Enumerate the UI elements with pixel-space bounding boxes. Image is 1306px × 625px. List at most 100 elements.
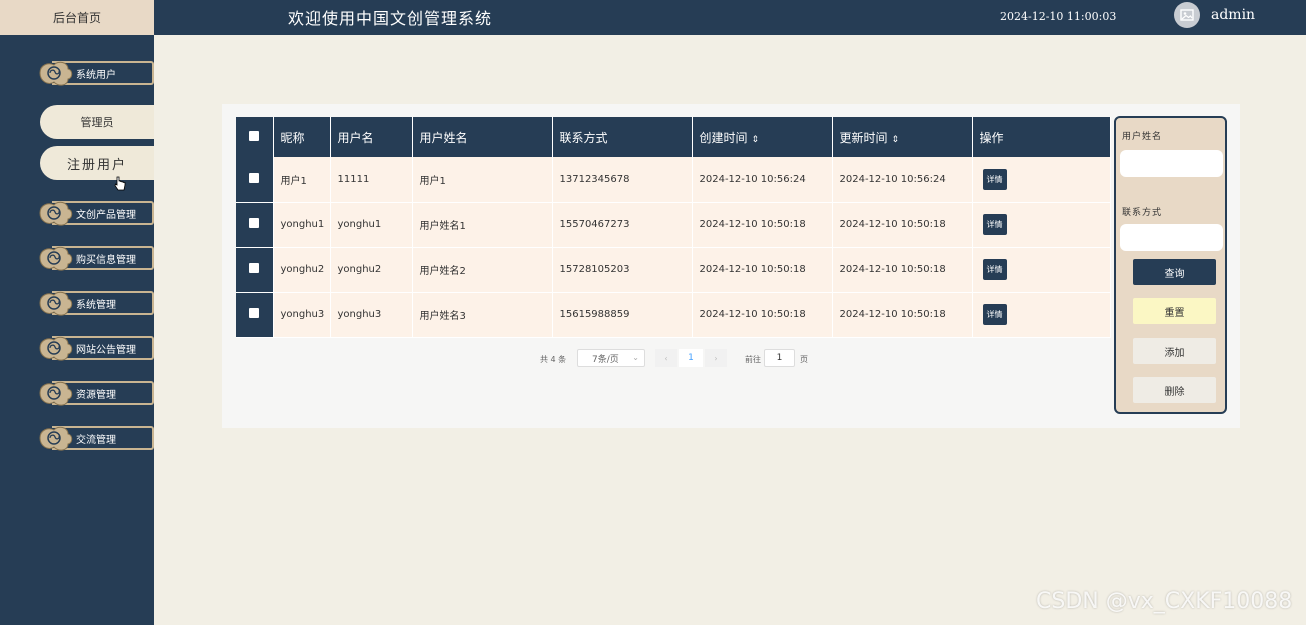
cell-realname: 用户1 [412,157,553,203]
table-row: yonghu1 yonghu1 用户姓名1 15570467273 2024-12-10… [236,202,1111,248]
detail-button[interactable]: 详情 [982,304,1007,325]
cell-created: 2024-12-10 10:56:24 [692,157,833,203]
row-checkbox-cell[interactable] [236,247,274,293]
realname-label: 用户姓名 [1122,132,1163,142]
goto-page-input[interactable]: 1 [764,349,795,367]
cloud-ornament-icon [39,381,73,406]
sidebar-item-label: 交流管理 [76,435,116,446]
detail-button[interactable]: 详情 [982,168,1007,190]
select-all-checkbox-cell[interactable] [236,117,274,157]
page-size-select[interactable]: 7条/页 ⌄ [577,349,645,367]
goto-label: 前往 [745,355,761,364]
table-row: yonghu3 yonghu3 用户姓名3 15615988859 2024-12-10… [236,292,1111,338]
cloud-ornament-icon [39,336,73,361]
sidebar-item-label: 资源管理 [76,390,116,401]
watermark: CSDN @vx_CXKF10088 [1036,589,1293,614]
sidebar-item-site-announcements[interactable]: 网站公告管理 [36,332,154,364]
select-all-checkbox[interactable] [249,131,260,141]
cell-username: 11111 [330,157,413,203]
sort-icon[interactable]: ⇕ [752,135,760,145]
col-phone: 联系方式 [552,117,693,157]
sort-icon[interactable]: ⇕ [892,135,900,145]
prev-page-button[interactable]: ‹ [655,349,677,367]
sidebar-item-communication[interactable]: 交流管理 [36,422,154,454]
col-username: 用户名 [330,117,413,157]
sidebar-item-label: 购买信息管理 [76,255,136,266]
cell-updated: 2024-12-10 10:50:18 [832,247,973,293]
page-number-current[interactable]: 1 [679,349,703,367]
cell-created: 2024-12-10 10:50:18 [692,202,833,248]
cell-nickname: yonghu2 [273,247,331,293]
col-nickname: 昵称 [273,117,331,157]
cloud-ornament-icon [39,426,73,451]
col-updated[interactable]: 更新时间 ⇕ [832,117,973,157]
row-checkbox-cell[interactable] [236,157,274,203]
cell-realname: 用户姓名2 [412,247,553,293]
cell-updated: 2024-12-10 10:50:18 [832,202,973,248]
cell-username: yonghu1 [330,202,413,248]
row-checkbox[interactable] [249,218,260,228]
cloud-ornament-icon [39,291,73,316]
cell-created: 2024-12-10 10:50:18 [692,292,833,338]
table-row: yonghu2 yonghu2 用户姓名2 15728105203 2024-12-10… [236,247,1111,293]
current-datetime: 2024-12-10 11:00:03 [1000,10,1117,23]
cell-actions: 详情 [972,247,1111,293]
sidebar-subitem-admin[interactable]: 管理员 [40,105,154,139]
row-checkbox-cell[interactable] [236,202,274,248]
delete-button[interactable]: 删除 [1133,377,1216,403]
hand-cursor-icon [114,176,126,191]
detail-button[interactable]: 详情 [982,259,1007,280]
top-bar: 后台首页 欢迎使用中国文创管理系统 2024-12-10 11:00:03 ad… [0,0,1306,35]
sidebar-item-resources[interactable]: 资源管理 [36,377,154,409]
reset-button[interactable]: 重置 [1133,298,1216,324]
col-actions: 操作 [972,117,1111,157]
pagination-total: 共 4 条 [540,355,567,364]
row-checkbox[interactable] [249,263,260,273]
cloud-ornament-icon [39,61,73,86]
realname-search-input[interactable] [1120,150,1223,177]
sidebar-item-label: 网站公告管理 [76,345,136,356]
col-created[interactable]: 创建时间 ⇕ [692,117,833,157]
sidebar-subitem-registered-users[interactable]: 注册用户 [40,146,154,180]
cell-nickname: yonghu3 [273,292,331,338]
cell-actions: 详情 [972,292,1111,338]
row-checkbox[interactable] [249,172,260,183]
cell-updated: 2024-12-10 10:50:18 [832,292,973,338]
cell-phone: 15728105203 [552,247,693,293]
cell-nickname: 用户1 [273,157,331,203]
phone-label: 联系方式 [1122,208,1163,218]
table-header-row: 昵称 用户名 用户姓名 联系方式 创建时间 ⇕ 更新时间 ⇕ 操作 [236,117,1111,157]
page-size-value: 7条/页 [592,354,619,365]
detail-button[interactable]: 详情 [982,214,1007,235]
cell-realname: 用户姓名1 [412,202,553,248]
page-suffix-label: 页 [800,355,808,364]
sidebar-item-label: 系统管理 [76,300,116,311]
chevron-down-icon: ⌄ [632,353,639,362]
home-tab[interactable]: 后台首页 [0,0,154,35]
cell-phone: 15570467273 [552,202,693,248]
search-panel: 用户姓名 联系方式 查询 重置 添加 删除 [1114,116,1227,414]
next-page-button[interactable]: › [705,349,727,367]
cell-actions: 详情 [972,157,1111,203]
cell-phone: 15615988859 [552,292,693,338]
cell-actions: 详情 [972,202,1111,248]
sidebar-item-system-users[interactable]: 系统用户 [36,57,154,89]
cell-nickname: yonghu1 [273,202,331,248]
table-row: 用户1 11111 用户1 13712345678 2024-12-10 10:56:2… [236,157,1111,203]
row-checkbox-cell[interactable] [236,292,274,338]
row-checkbox[interactable] [249,308,260,318]
phone-search-input[interactable] [1120,224,1223,251]
cloud-ornament-icon [39,201,73,226]
sidebar-item-label: 文创产品管理 [76,210,136,221]
col-realname: 用户姓名 [412,117,553,157]
sidebar-item-cultural-products[interactable]: 文创产品管理 [36,197,154,229]
username[interactable]: admin [1211,7,1255,23]
avatar[interactable] [1174,2,1200,28]
query-button[interactable]: 查询 [1133,259,1216,285]
sidebar-item-system-management[interactable]: 系统管理 [36,287,154,319]
image-placeholder-icon [1180,9,1194,21]
add-button[interactable]: 添加 [1133,338,1216,364]
users-table: 昵称 用户名 用户姓名 联系方式 创建时间 ⇕ 更新时间 ⇕ 操作 用户1 11111… [236,117,1111,338]
cloud-ornament-icon [39,246,73,271]
sidebar-item-purchase-info[interactable]: 购买信息管理 [36,242,154,274]
